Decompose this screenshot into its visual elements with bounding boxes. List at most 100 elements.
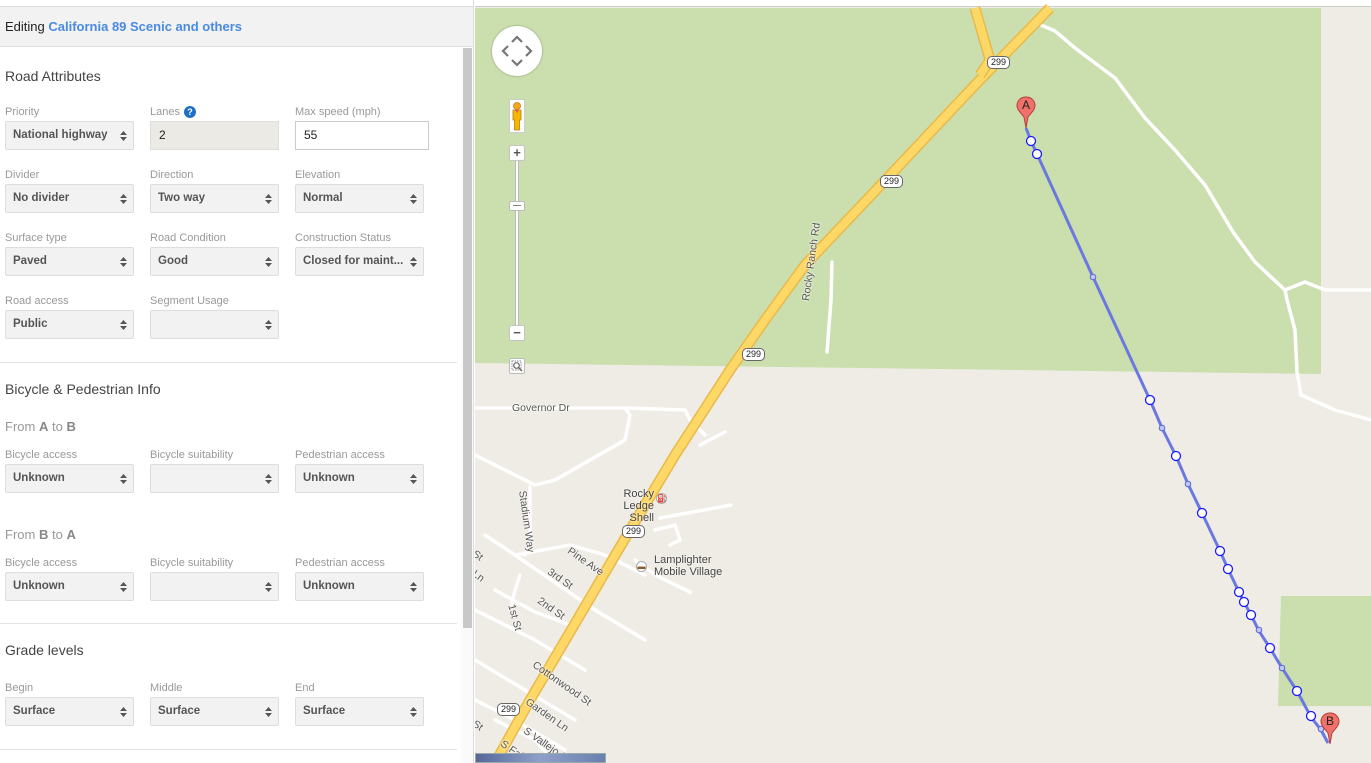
a-to-b-pedestrian-access-select[interactable]: Unknown (295, 464, 424, 493)
select-value: Unknown (13, 580, 65, 592)
zoom-out-button[interactable]: − (509, 325, 525, 341)
select-arrows-icon (265, 707, 272, 717)
pan-left-icon (501, 45, 509, 57)
select-arrows-icon (410, 474, 417, 484)
elevation-field: Elevation Normal (295, 168, 425, 213)
route-end-marker[interactable]: B (1320, 712, 1340, 745)
lanes-label: Lanes (150, 106, 180, 118)
route-shield: 299 (622, 525, 646, 538)
editing-prefix: Editing (5, 19, 45, 34)
street (475, 406, 632, 487)
b-to-a-bicycle-access-field: Bicycle access Unknown (5, 556, 135, 601)
subtitle-word: to (51, 527, 63, 542)
scrollbar-thumb[interactable] (463, 48, 472, 628)
help-icon[interactable]: ? (183, 106, 196, 118)
field-label: Bicycle suitability (150, 557, 234, 569)
field-label: Road access (5, 295, 69, 307)
select-arrows-icon (410, 257, 417, 267)
construction-status-select[interactable]: Closed for maint... (295, 247, 424, 276)
select-value: Unknown (303, 580, 355, 592)
route-vertex (1214, 545, 1226, 557)
select-value: No divider (13, 192, 70, 204)
gas-station-icon[interactable]: ⛽ (656, 493, 667, 504)
select-value: Unknown (303, 472, 355, 484)
priority-select[interactable]: National highway (5, 121, 134, 150)
select-arrows-icon (120, 257, 127, 267)
grade-begin-field: Begin Surface (5, 681, 135, 726)
a-to-b-bicycle-access-select[interactable]: Unknown (5, 464, 134, 493)
select-arrows-icon (410, 194, 417, 204)
rectangle-zoom-button[interactable] (509, 358, 525, 374)
route-start-marker[interactable]: A (1016, 96, 1036, 129)
poi-lamplighter-label[interactable]: Lamplighter Mobile Village (654, 554, 722, 578)
field-label: Pedestrian access (295, 449, 385, 461)
street (658, 503, 733, 520)
route-vertex (1222, 563, 1234, 575)
grade-middle-select[interactable]: Surface (150, 697, 279, 726)
route-shield: 299 (987, 56, 1011, 69)
construction-status-field: Construction Status Closed for maint... (295, 231, 425, 276)
select-value: Surface (158, 705, 201, 717)
select-arrows-icon (120, 131, 127, 141)
b-to-a-bicycle-suitability-field: Bicycle suitability (150, 556, 280, 601)
route-vertex (1291, 685, 1303, 697)
b-to-a-pedestrian-access-select[interactable]: Unknown (295, 572, 424, 601)
surface-type-select[interactable]: Paved (5, 247, 134, 276)
divider-select[interactable]: No divider (5, 184, 134, 213)
priority-field: Priority National highway (5, 105, 135, 150)
select-value: National highway (13, 129, 108, 141)
road-access-select[interactable]: Public (5, 310, 134, 339)
route-shield: 299 (880, 175, 904, 188)
select-arrows-icon (265, 320, 272, 330)
select-arrows-icon (120, 320, 127, 330)
editor-scroll-area: Road Attributes Priority National highwa… (0, 48, 473, 763)
zoom-slider-track[interactable] (515, 161, 519, 325)
poi-name-line: Mobile Village (654, 566, 723, 578)
field-label: Begin (5, 682, 34, 694)
zoom-slider-handle[interactable] (509, 201, 525, 211)
road-condition-select[interactable]: Good (150, 247, 279, 276)
select-arrows-icon (410, 707, 417, 717)
subtitle-end: A (66, 527, 76, 542)
a-to-b-subtitle: From A to B (5, 419, 76, 434)
route-midpoint (1158, 424, 1166, 432)
divider-field: Divider No divider (5, 168, 135, 213)
marker-letter: A (1021, 98, 1030, 112)
elevation-select[interactable]: Normal (295, 184, 424, 213)
b-to-a-bicycle-access-select[interactable]: Unknown (5, 572, 134, 601)
map-view[interactable]: 299 299 299 299 299 Governor Dr Rocky Ra… (475, 0, 1371, 763)
segment-usage-select[interactable] (150, 310, 279, 339)
grade-end-select[interactable]: Surface (295, 697, 424, 726)
field-label: Middle (150, 682, 183, 694)
grade-begin-select[interactable]: Surface (5, 697, 134, 726)
road-name-link[interactable]: California 89 Scenic and others (48, 19, 242, 34)
satellite-thumbnail[interactable] (475, 753, 606, 763)
lodging-icon[interactable]: ▬ (636, 561, 647, 572)
a-to-b-bicycle-suitability-field: Bicycle suitability (150, 448, 280, 493)
editing-header: Editing California 89 Scenic and others (0, 7, 473, 47)
magnifier-icon (511, 360, 523, 372)
field-label: Segment Usage (150, 295, 229, 307)
field-label: Bicycle suitability (150, 449, 234, 461)
pan-control[interactable] (492, 26, 542, 76)
route-vertex (1031, 148, 1043, 160)
section-divider (0, 362, 457, 363)
poi-rocky-ledge-shell-label[interactable]: Rocky Ledge Shell (596, 488, 654, 524)
route-midpoint (1255, 626, 1263, 634)
park-area (1278, 596, 1371, 706)
section-divider (0, 749, 457, 750)
app-root: Editing California 89 Scenic and others … (0, 0, 1371, 763)
a-to-b-bicycle-suitability-select[interactable] (150, 464, 279, 493)
poi-name-line: Lamplighter (654, 554, 712, 566)
subtitle-start: A (38, 419, 49, 434)
max-speed-field: Max speed (mph) 55 (295, 105, 429, 150)
pan-arrows-icon (501, 35, 533, 67)
route-vertex (1245, 609, 1257, 621)
max-speed-input[interactable]: 55 (295, 121, 429, 150)
select-arrows-icon (120, 707, 127, 717)
street-view-pegman[interactable] (509, 99, 525, 133)
street (653, 522, 683, 547)
direction-select[interactable]: Two way (150, 184, 279, 213)
zoom-in-button[interactable]: + (509, 145, 525, 161)
b-to-a-bicycle-suitability-select[interactable] (150, 572, 279, 601)
